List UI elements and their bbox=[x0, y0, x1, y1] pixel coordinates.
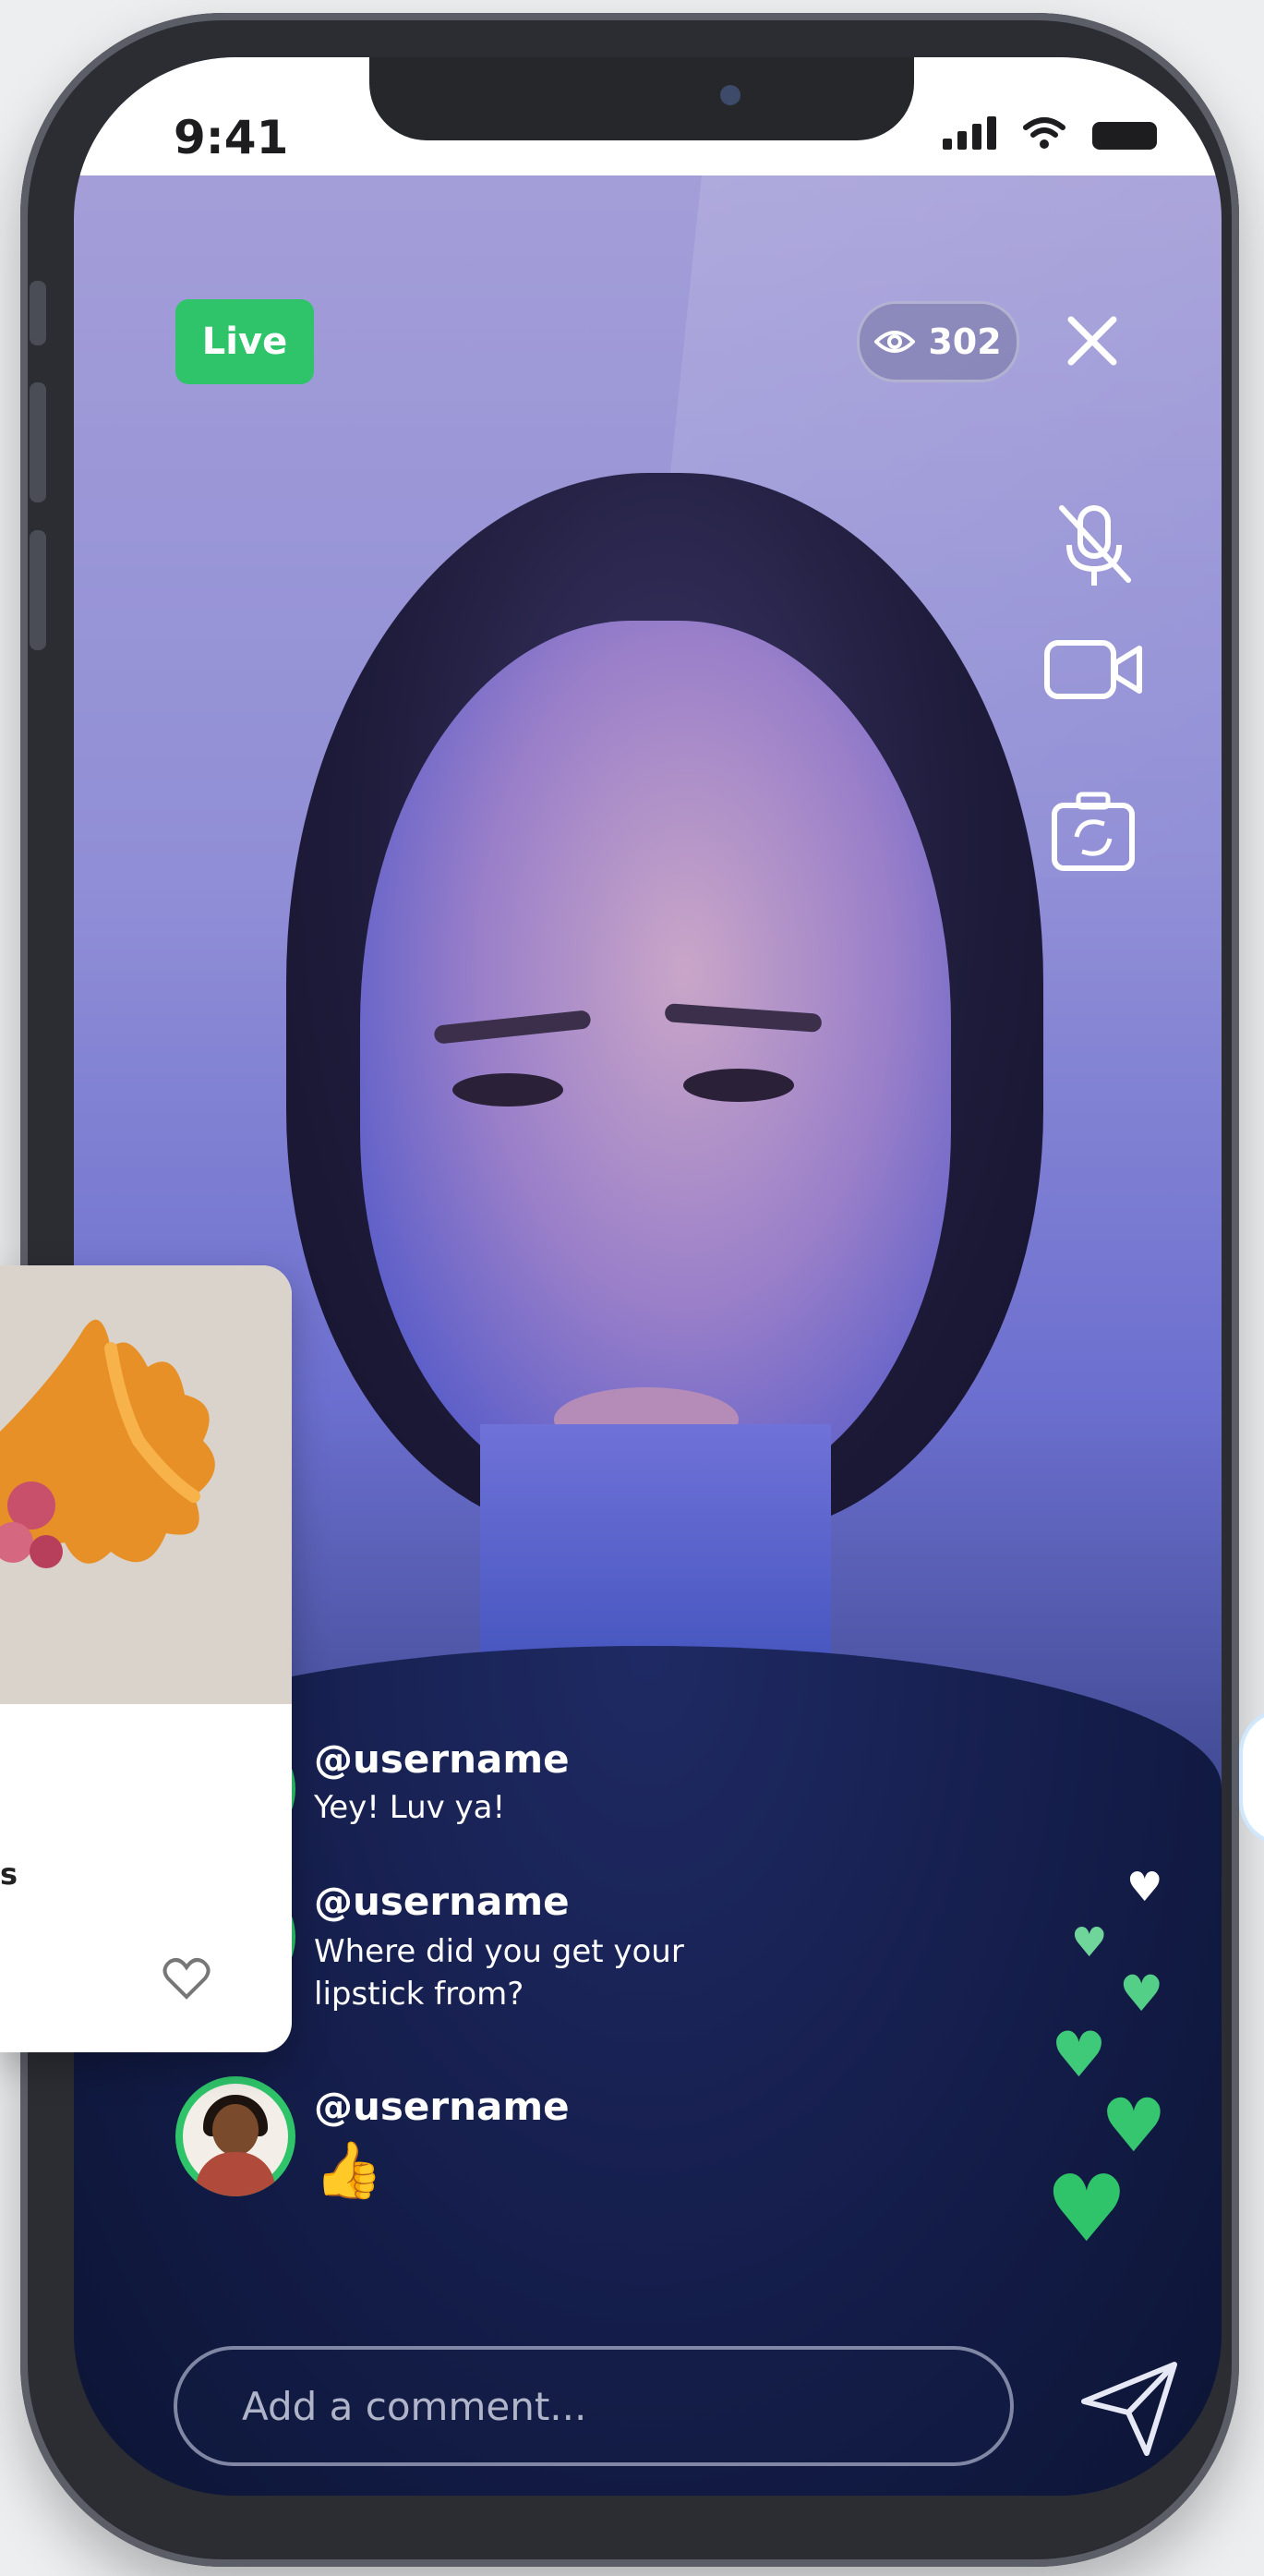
live-badge: Live bbox=[175, 299, 314, 384]
comment-input[interactable]: Add a comment... bbox=[174, 2346, 1014, 2466]
front-camera bbox=[720, 85, 740, 105]
status-icons bbox=[943, 116, 1157, 150]
wifi-icon bbox=[1023, 117, 1065, 149]
video-camera-icon[interactable] bbox=[1043, 623, 1145, 715]
stream-video-face bbox=[360, 621, 951, 1498]
heart-icon: ♥ bbox=[1071, 1919, 1108, 1966]
close-icon[interactable] bbox=[1051, 299, 1134, 382]
eye-right bbox=[683, 1069, 794, 1102]
status-time: 9:41 bbox=[174, 111, 289, 164]
comment-username: @username bbox=[314, 1879, 570, 1924]
comment-username: @username bbox=[314, 2084, 570, 2129]
side-button bbox=[30, 281, 46, 345]
heart-icon: ♥ bbox=[1045, 2155, 1128, 2263]
comment-text: Where did you get your lipstick from? bbox=[314, 1933, 684, 2013]
viewer-count: 302 bbox=[928, 321, 1002, 362]
send-icon[interactable] bbox=[1071, 2346, 1191, 2466]
comment-input-placeholder: Add a comment... bbox=[242, 2383, 587, 2429]
battery-icon bbox=[1092, 122, 1157, 150]
heart-icon: ♥ bbox=[1126, 1864, 1163, 1911]
comment-text: Yey! Luv ya! bbox=[314, 1789, 506, 1826]
camera-flip-icon[interactable] bbox=[1043, 787, 1145, 879]
heart-icon: ♥ bbox=[1101, 2083, 1167, 2169]
comment-emoji: 👍 bbox=[314, 2138, 383, 2203]
product-illustration bbox=[0, 1319, 215, 1568]
floating-hearts: ♥ ♥ ♥ ♥ ♥ ♥ bbox=[1034, 1868, 1219, 2311]
status-bar: 9:41 bbox=[74, 57, 1222, 175]
volume-up-button bbox=[30, 382, 46, 502]
notch bbox=[369, 57, 914, 140]
comment-username: @username bbox=[314, 1736, 570, 1782]
heart-icon[interactable] bbox=[159, 1951, 214, 2006]
product-card[interactable]: s bbox=[0, 1265, 292, 2052]
offscreen-bubble bbox=[1239, 1709, 1264, 1845]
eye-icon bbox=[874, 331, 916, 353]
heart-icon: ♥ bbox=[1051, 2019, 1107, 2092]
product-card-text: s bbox=[0, 1856, 18, 1892]
volume-down-button bbox=[30, 530, 46, 650]
signal-icon bbox=[943, 116, 996, 150]
avatar bbox=[175, 2076, 295, 2196]
eye-left bbox=[452, 1073, 563, 1107]
product-image bbox=[0, 1265, 292, 1704]
heart-icon: ♥ bbox=[1119, 1965, 1164, 2023]
mic-off-icon[interactable] bbox=[1043, 501, 1145, 593]
viewer-count-pill: 302 bbox=[857, 301, 1019, 382]
